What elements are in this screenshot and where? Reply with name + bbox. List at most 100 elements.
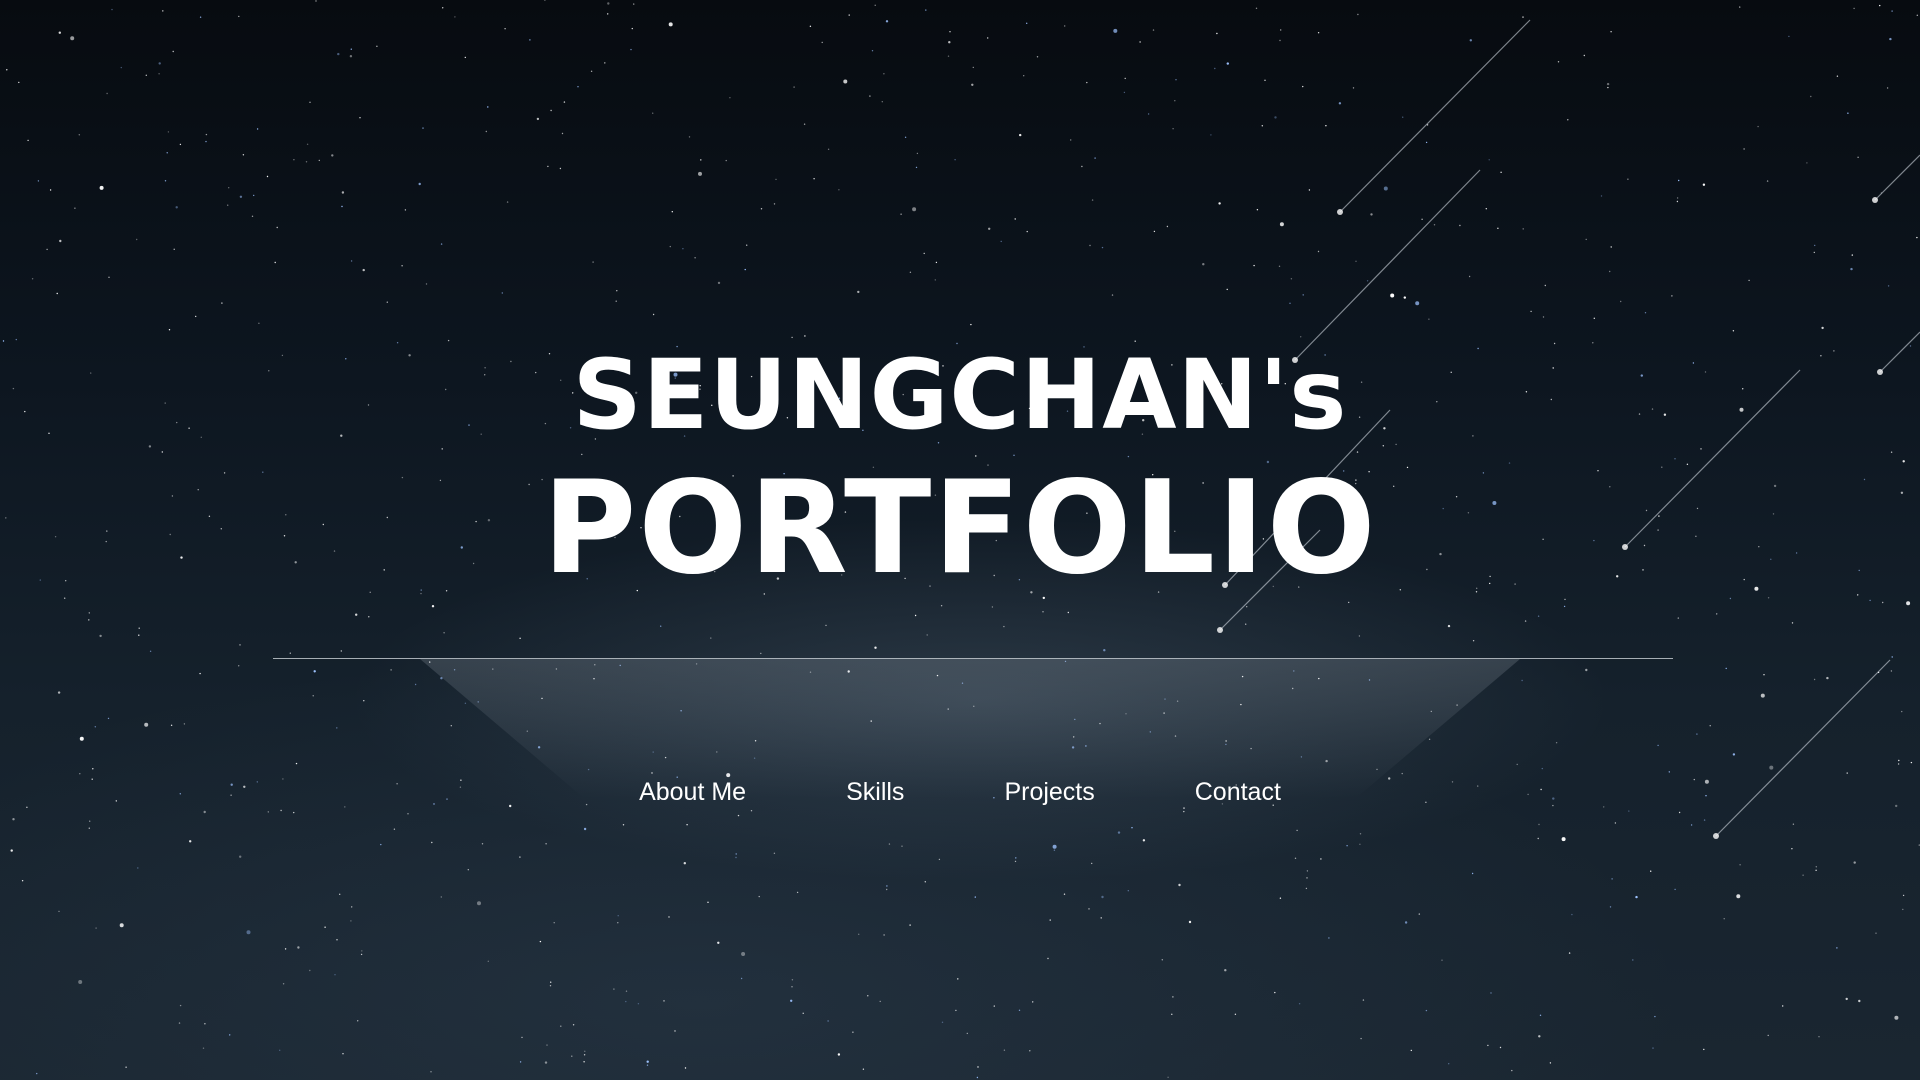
star [1111,294,1114,296]
star [544,1061,548,1064]
star [242,154,245,156]
star [827,1020,829,1022]
star [258,322,260,324]
star [972,66,974,69]
star [1538,1035,1541,1038]
star [838,189,840,191]
star [179,143,182,146]
star [1521,679,1523,682]
star [1600,195,1603,197]
star [1657,744,1659,747]
star [1359,843,1361,845]
star [1218,202,1221,205]
star [357,1020,359,1022]
nav-contact[interactable]: Contact [1145,770,1331,815]
star [1067,611,1070,614]
star [1290,278,1293,280]
star [791,336,793,339]
star [519,637,521,639]
star [1042,611,1044,613]
star [158,73,160,75]
star [858,933,860,935]
star [120,66,123,69]
star [521,1036,523,1039]
star [590,70,593,73]
star [228,187,230,189]
star [443,632,445,634]
star [549,985,552,987]
star [1539,1014,1542,1016]
star [1894,1015,1899,1020]
star [464,702,467,704]
star [1359,833,1362,835]
star [633,3,635,5]
star [450,725,452,727]
star [1357,13,1359,16]
star [1174,100,1176,102]
star [1415,301,1420,306]
star [625,1000,627,1003]
nav-skills[interactable]: Skills [796,770,954,815]
star [1049,919,1051,921]
star [613,988,615,990]
star [487,960,489,962]
star [1317,250,1320,253]
star [422,127,424,129]
star [1766,180,1769,182]
star [172,50,174,53]
star [563,101,566,103]
star [1131,827,1133,829]
star [909,924,911,926]
star [1818,1036,1820,1038]
star [871,50,874,52]
star [1516,763,1518,766]
star [454,16,456,18]
star [1410,1049,1413,1052]
star [1127,890,1130,892]
star [336,939,338,941]
star [1739,864,1741,866]
star [1139,41,1141,43]
star [793,86,795,88]
nav-about-me[interactable]: About Me [589,770,796,815]
star [1101,895,1104,899]
star [18,81,20,84]
star [790,999,793,1002]
star [791,986,793,988]
star [350,260,353,262]
shooting-star-head [1337,209,1343,215]
star [916,152,919,155]
star [947,55,950,57]
star [74,207,76,209]
hero-divider [273,658,1673,659]
star [1530,310,1532,313]
star [1000,240,1002,243]
star [883,73,885,75]
star [1421,218,1423,220]
star [315,0,317,2]
star [1537,837,1539,840]
star [912,207,917,212]
star [183,723,186,725]
star [1255,7,1258,9]
star [297,946,300,949]
star [1760,693,1765,698]
star [717,941,720,944]
star [173,248,175,250]
star [431,605,435,608]
star [1910,761,1913,764]
star [583,827,587,831]
star [915,166,918,169]
star [924,881,926,883]
star [282,983,285,985]
star [1390,293,1395,298]
star [955,1009,957,1012]
star [1538,823,1540,826]
star [630,48,632,51]
star [938,858,941,861]
star [1100,917,1102,919]
star [1522,228,1524,230]
star [604,62,606,64]
nav-projects[interactable]: Projects [954,770,1144,815]
star [386,301,388,303]
